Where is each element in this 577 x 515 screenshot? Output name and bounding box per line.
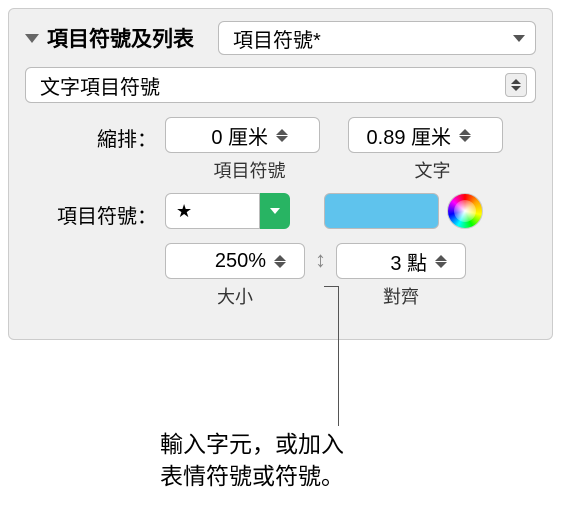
list-style-dropdown[interactable]: 項目符號* [218,21,536,55]
spacer [25,243,165,249]
bullet-type-value: 文字項目符號 [40,71,160,100]
size-align-row: 250% 大小 ↕ 3 點 對齊 [25,243,536,309]
bullet-char-label: 項目符號： [25,194,165,229]
callout-text: 輸入字元，或加入 表情符號或符號。 [160,428,344,492]
bullets-lists-panel: 項目符號及列表 項目符號* 文字項目符號 縮排： 0 厘米 項目符號 [8,8,553,340]
header-row: 項目符號及列表 項目符號* [25,21,536,55]
indent-row: 縮排： 0 厘米 項目符號 0.89 厘米 文字 [25,117,536,183]
stepper-icon[interactable] [276,129,288,142]
section-title: 項目符號及列表 [47,23,194,53]
bullet-indent-sublabel: 項目符號 [214,157,286,183]
list-style-value: 項目符號* [233,24,321,53]
align-value: 3 點 [347,247,427,276]
text-indent-value: 0.89 厘米 [359,121,451,150]
callout-leader-line [338,286,339,426]
text-indent-sublabel: 文字 [415,157,451,183]
chevron-down-icon [513,35,525,42]
bullet-char-input[interactable]: ★ [165,193,260,229]
popup-stepper-icon [505,73,527,97]
size-sublabel: 大小 [217,283,253,309]
align-arrows-icon: ↕ [315,243,326,273]
size-stepper[interactable]: 250% [165,243,305,279]
bullet-char-row: 項目符號： ★ [25,193,536,229]
bullet-char-dropdown-button[interactable] [260,193,290,229]
align-sublabel: 對齊 [383,283,419,309]
align-stepper[interactable]: 3 點 [336,243,466,279]
stepper-icon[interactable] [274,255,286,268]
bullet-char-field[interactable]: ★ [165,193,290,229]
color-wheel-icon[interactable] [447,193,483,229]
bullet-type-dropdown[interactable]: 文字項目符號 [25,67,536,103]
indent-label: 縮排： [25,117,165,152]
bullet-indent-stepper[interactable]: 0 厘米 [165,117,320,153]
text-indent-stepper[interactable]: 0.89 厘米 [348,117,503,153]
stepper-icon[interactable] [459,129,471,142]
bullet-indent-value: 0 厘米 [176,121,268,150]
bullet-color-swatch[interactable] [324,193,439,229]
size-value: 250% [176,250,266,273]
disclosure-triangle-icon[interactable] [25,34,39,43]
chevron-down-icon [270,208,280,214]
stepper-icon[interactable] [435,255,447,268]
callout-line1: 輸入字元，或加入 [160,428,344,460]
callout-line2: 表情符號或符號。 [160,460,344,492]
